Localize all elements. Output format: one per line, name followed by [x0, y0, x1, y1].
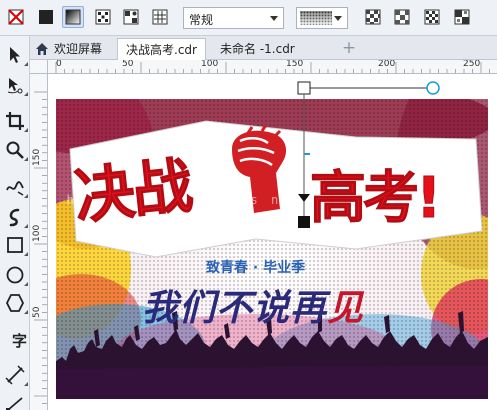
tab-document-juezhan[interactable]: 决战高考.cdr	[117, 38, 206, 60]
text-tool-glyph: 字	[12, 332, 28, 350]
tab-label: 决战高考.cdr	[126, 43, 197, 57]
tab-label: 欢迎屏幕	[54, 42, 103, 56]
property-bar: 常规	[0, 0, 497, 36]
no-fill-icon[interactable]	[5, 6, 27, 28]
ruler-label: 100	[32, 224, 42, 242]
line-style-select[interactable]: 常规	[183, 7, 284, 29]
checker-transparency-icon[interactable]	[391, 6, 413, 28]
hexagon-icon	[5, 294, 25, 312]
two-color-pattern-fill-icon[interactable]	[149, 6, 171, 28]
text-tool[interactable]: 字	[4, 328, 28, 350]
line-style-value: 常规	[189, 13, 214, 27]
script-slogan: 我们不说再见	[142, 279, 364, 331]
coreldraw-window: 常规 字 欢迎屏幕 决战高考.cdr 未命名 -1.cdr + 0 50 100…	[0, 0, 497, 410]
halftone-pattern-icon	[300, 11, 332, 25]
ruler-label: 100	[201, 60, 219, 69]
node-edit-icon	[7, 78, 23, 94]
chevron-down-icon	[334, 16, 342, 21]
bitmap-pattern-fill-icon[interactable]	[120, 6, 142, 28]
ruler-ticks	[55, 62, 490, 73]
home-icon	[36, 43, 48, 55]
transparency-start-handle[interactable]	[297, 81, 311, 95]
dimension-line-icon	[5, 365, 25, 385]
brush-stroke-icon	[9, 208, 20, 227]
crop-tool[interactable]	[4, 110, 28, 132]
copy-transparency-icon[interactable]	[451, 6, 473, 28]
document-tab-bar: 欢迎屏幕 决战高考.cdr 未命名 -1.cdr +	[30, 36, 497, 60]
horizontal-ruler[interactable]: 0 50 100 150 200 250	[48, 60, 497, 74]
ruler-origin-corner[interactable]	[30, 60, 48, 74]
uniform-fill-icon[interactable]	[35, 6, 57, 28]
tab-label: 未命名 -1.cdr	[220, 42, 295, 56]
ruler-ticks	[34, 91, 47, 404]
chevron-down-icon	[270, 16, 278, 21]
ruler-label: 50	[122, 60, 134, 69]
connector-tool[interactable]	[4, 392, 26, 410]
rectangle-icon	[7, 237, 23, 253]
pattern-preview-select[interactable]	[296, 7, 348, 29]
script-slogan-accent: 见	[327, 287, 365, 329]
rectangle-tool[interactable]	[4, 234, 28, 256]
transparency-end-handle[interactable]	[426, 81, 440, 95]
ruler-label: 0	[56, 60, 62, 69]
connector-icon	[6, 397, 23, 410]
ruler-label: 150	[286, 60, 304, 69]
drawing-canvas[interactable]: s h a n c s i t u . s n c h . c o m 决战 高…	[48, 74, 497, 410]
shape-tool[interactable]	[4, 74, 28, 96]
script-slogan-main: 我们不说再	[142, 287, 328, 329]
ruler-label: 200	[378, 60, 396, 69]
freehand-curve-icon	[6, 181, 24, 196]
pick-tool[interactable]	[4, 44, 28, 66]
toolbox: 字	[0, 36, 30, 410]
tab-document-untitled[interactable]: 未命名 -1.cdr	[212, 38, 303, 60]
crop-icon	[6, 112, 24, 130]
freeze-transparency-icon[interactable]	[421, 6, 443, 28]
fountain-fill-icon[interactable]	[62, 6, 84, 28]
arrow-pointer-icon	[10, 47, 20, 63]
ruler-label: 150	[32, 148, 42, 166]
freehand-tool[interactable]	[4, 176, 28, 198]
parallel-dimension-tool[interactable]	[4, 364, 28, 386]
ellipse-icon	[6, 266, 24, 284]
transparency-none-icon[interactable]	[362, 6, 384, 28]
ruler-label: 250	[463, 60, 481, 69]
polygon-tool[interactable]	[4, 292, 28, 314]
ruler-label: 50	[32, 306, 42, 318]
artistic-media-tool[interactable]	[4, 206, 28, 228]
ellipse-tool[interactable]	[4, 264, 28, 286]
title-left-text: 决战	[71, 151, 195, 234]
tab-welcome-screen[interactable]: 欢迎屏幕	[30, 38, 110, 60]
title-right-text: 高考!	[310, 166, 443, 232]
zoom-tool[interactable]	[4, 139, 28, 161]
magnifier-icon	[6, 141, 24, 159]
vector-pattern-fill-icon[interactable]	[92, 6, 114, 28]
subtitle-text: 致青春 · 毕业季	[206, 260, 306, 276]
new-tab-plus-icon[interactable]: +	[340, 40, 358, 58]
vertical-ruler[interactable]: 150 100 50	[30, 74, 48, 410]
poster-artwork[interactable]: s h a n c s i t u . s n c h . c o m 决战 高…	[56, 99, 488, 399]
